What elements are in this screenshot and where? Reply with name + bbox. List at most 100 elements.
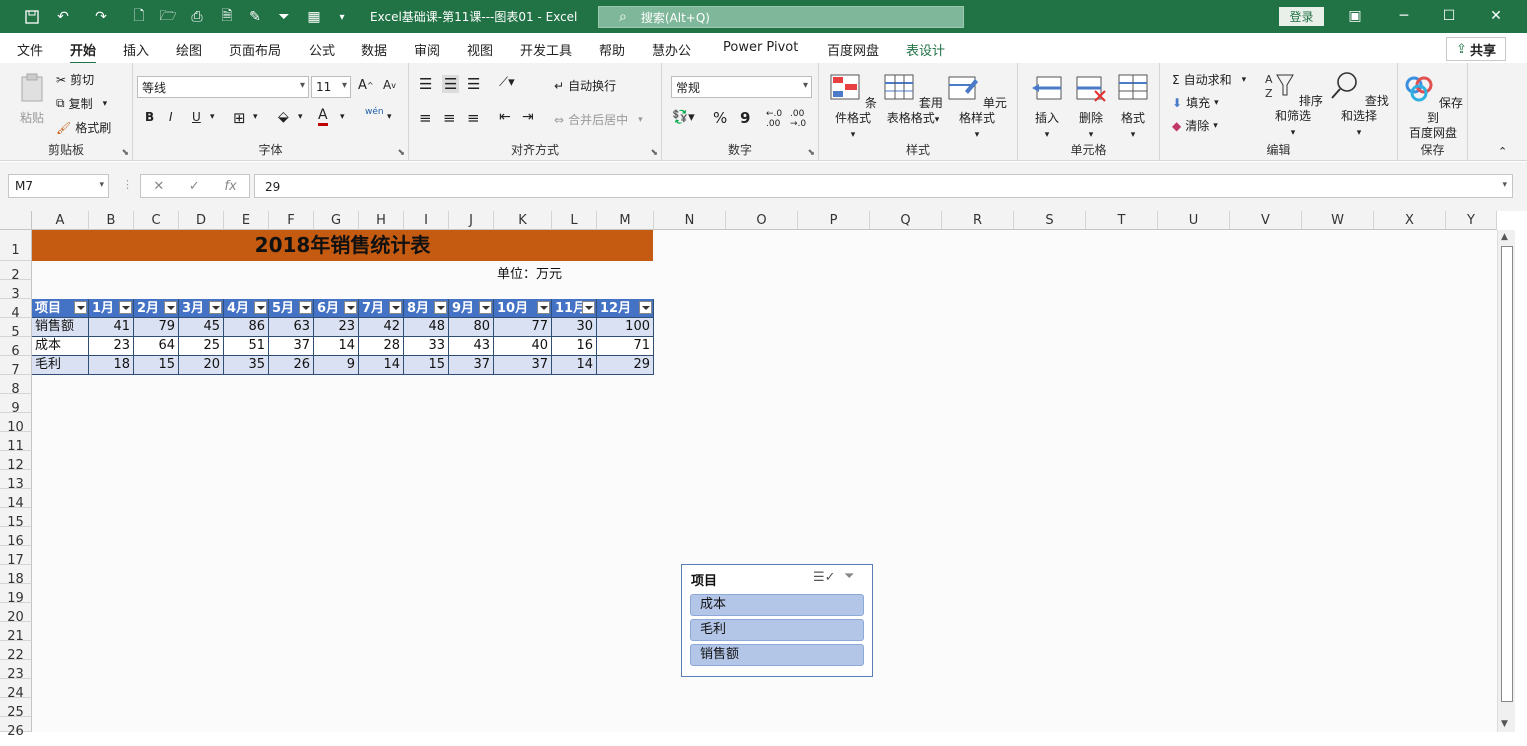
filter-dropdown-icon[interactable]	[389, 301, 402, 314]
table-cell[interactable]: 37	[269, 337, 314, 356]
print-preview-icon[interactable]: 🗎	[216, 6, 238, 28]
cut-button[interactable]: ✂ 剪切	[56, 71, 94, 88]
select-all-corner[interactable]	[0, 211, 32, 230]
table-cell[interactable]: 48	[404, 318, 449, 337]
column-header[interactable]: K	[494, 211, 552, 230]
row-header[interactable]: 1	[0, 230, 32, 261]
table-cell[interactable]: 18	[89, 356, 134, 375]
slicer-item[interactable]: 销售额	[690, 644, 864, 666]
font-color-icon[interactable]: A	[318, 108, 328, 126]
align-center-icon[interactable]: ≡	[443, 109, 456, 127]
tab-draw[interactable]: 绘图	[176, 40, 202, 59]
column-header[interactable]: M	[597, 211, 654, 230]
filter-dropdown-icon[interactable]	[119, 301, 132, 314]
tab-view[interactable]: 视图	[467, 40, 493, 59]
copy-button[interactable]: ⧉ 复制 ▾	[56, 95, 107, 112]
find-select-button[interactable]: 查找和选择 ▾	[1326, 71, 1392, 141]
row-header[interactable]: 4	[0, 299, 32, 321]
row-header[interactable]: 24	[0, 679, 32, 701]
row-header[interactable]: 25	[0, 698, 32, 720]
login-button[interactable]: 登录	[1279, 7, 1324, 26]
tab-power-pivot[interactable]: Power Pivot	[723, 40, 798, 55]
column-header[interactable]: R	[942, 211, 1014, 230]
table-header-cell[interactable]: 4月	[224, 299, 269, 318]
table-cell[interactable]: 29	[597, 356, 654, 375]
autosum-button[interactable]: Σ 自动求和 ▾	[1172, 71, 1246, 88]
table-header-cell[interactable]: 3月	[179, 299, 224, 318]
tab-file[interactable]: 文件	[17, 40, 43, 59]
maximize-icon[interactable]: ☐	[1437, 4, 1461, 28]
fill-button[interactable]: ⬇ 填充 ▾	[1172, 94, 1219, 111]
slicer-panel[interactable]: 项目 ☰✓ ⏷ 成本 毛利 销售额	[681, 564, 873, 677]
table-header-cell[interactable]: 10月	[494, 299, 552, 318]
insert-cells-button[interactable]: 插入 ▾	[1026, 73, 1068, 143]
filter-dropdown-icon[interactable]	[582, 301, 595, 314]
unit-label[interactable]: 单位：万元	[497, 263, 562, 282]
table-header-cell[interactable]: 12月	[597, 299, 654, 318]
filter-dropdown-icon[interactable]	[344, 301, 357, 314]
grow-font-button[interactable]: A ^	[358, 78, 374, 93]
column-header[interactable]: C	[134, 211, 179, 230]
table-cell[interactable]: 14	[552, 356, 597, 375]
row-header[interactable]: 17	[0, 546, 32, 568]
align-bottom-icon[interactable]: ☰	[467, 75, 480, 93]
comma-button[interactable]: 9	[740, 109, 750, 127]
scroll-down-icon[interactable]: ▼	[1501, 719, 1508, 729]
tab-data[interactable]: 数据	[361, 40, 387, 59]
row-header[interactable]: 6	[0, 337, 32, 359]
table-cell[interactable]: 77	[494, 318, 552, 337]
filter-dropdown-icon[interactable]	[209, 301, 222, 314]
save-icon[interactable]	[21, 6, 43, 28]
percent-button[interactable]: %	[713, 109, 727, 127]
table-cell[interactable]: 33	[404, 337, 449, 356]
column-header[interactable]: G	[314, 211, 359, 230]
sheet-title[interactable]: 2018年销售统计表	[32, 230, 653, 261]
font-size-select[interactable]: 11 ▾	[311, 76, 351, 98]
row-header[interactable]: 26	[0, 717, 32, 739]
row-header[interactable]: 13	[0, 470, 32, 492]
row-header[interactable]: 9	[0, 394, 32, 416]
table-cell[interactable]: 43	[449, 337, 494, 356]
phonetic-dropdown-icon[interactable]: ▾	[387, 112, 392, 122]
table-header-cell[interactable]: 6月	[314, 299, 359, 318]
align-middle-icon[interactable]: ☰	[442, 75, 460, 93]
tab-table-design[interactable]: 表设计	[906, 40, 945, 59]
row-header[interactable]: 23	[0, 660, 32, 682]
column-header[interactable]: S	[1014, 211, 1086, 230]
row-header[interactable]: 12	[0, 451, 32, 473]
table-header-cell[interactable]: 8月	[404, 299, 449, 318]
save-to-baidu-button[interactable]: 保存到 百度网盘	[1402, 73, 1464, 141]
row-header[interactable]: 16	[0, 527, 32, 549]
new-file-icon[interactable]: 🗋	[128, 6, 150, 28]
table-cell[interactable]: 80	[449, 318, 494, 337]
table-cell[interactable]: 37	[449, 356, 494, 375]
column-header[interactable]: X	[1374, 211, 1446, 230]
conditional-format-button[interactable]: 条件格式 ▾	[827, 73, 879, 143]
row-header[interactable]: 10	[0, 413, 32, 435]
row-header[interactable]: 11	[0, 432, 32, 454]
wrap-text-button[interactable]: ↵ 自动换行	[554, 77, 616, 94]
tab-huibangong[interactable]: 慧办公	[652, 40, 691, 59]
table-cell[interactable]: 63	[269, 318, 314, 337]
cancel-icon[interactable]: ✕	[153, 179, 164, 194]
minimize-icon[interactable]: ─	[1392, 4, 1416, 28]
table-header-cell[interactable]: 1月	[89, 299, 134, 318]
tab-baidu-netdisk[interactable]: 百度网盘	[827, 40, 879, 59]
column-header[interactable]: F	[269, 211, 314, 230]
table-cell[interactable]: 14	[314, 337, 359, 356]
table-cell[interactable]: 9	[314, 356, 359, 375]
phonetic-icon[interactable]: wén	[365, 107, 384, 117]
delete-cells-button[interactable]: 删除 ▾	[1070, 73, 1112, 143]
column-header[interactable]: U	[1158, 211, 1230, 230]
filter-dropdown-icon[interactable]	[639, 301, 652, 314]
align-top-icon[interactable]: ☰	[419, 75, 432, 93]
bold-button[interactable]: B	[145, 110, 154, 124]
format-as-table-button[interactable]: 套用 表格格式▾	[881, 73, 945, 128]
open-folder-icon[interactable]: 🗁	[157, 6, 179, 28]
filter-dropdown-icon[interactable]	[254, 301, 267, 314]
grid-icon[interactable]: ▦	[303, 6, 325, 28]
dialog-launcher-icon[interactable]: ⬊	[397, 148, 405, 158]
fill-dropdown-icon[interactable]: ▾	[298, 112, 303, 122]
currency-icon[interactable]: 💱▾	[672, 110, 695, 125]
sort-filter-button[interactable]: AZ 排序和筛选 ▾	[1260, 71, 1326, 141]
